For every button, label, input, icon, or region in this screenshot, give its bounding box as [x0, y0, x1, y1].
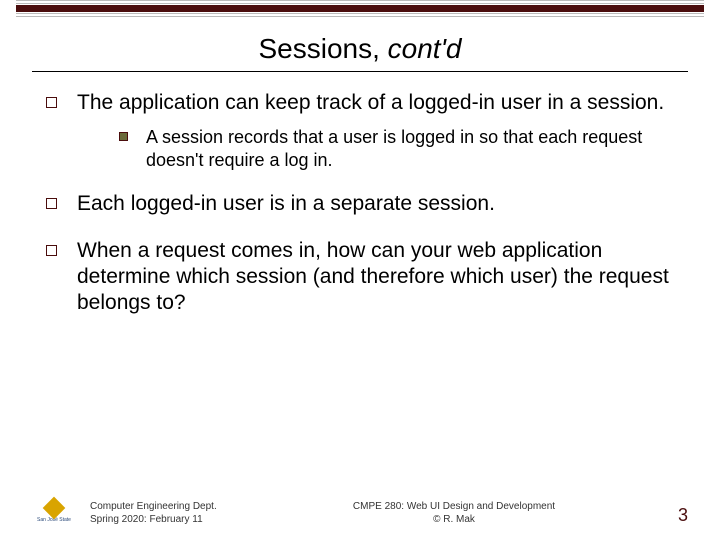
bullet-text: Each logged-in user is in a separate ses… [77, 191, 674, 217]
sub-bullet-item: A session records that a user is logged … [119, 126, 674, 171]
footer-dept: Computer Engineering Dept. [90, 501, 260, 514]
bullet-text: The application can keep track of a logg… [77, 91, 664, 114]
bullet-text: When a request comes in, how can your we… [77, 238, 674, 317]
sub-bullet-text: A session records that a user is logged … [146, 126, 674, 171]
bullet-item: When a request comes in, how can your we… [46, 238, 674, 317]
footer-course: CMPE 280: Web UI Design and Development [260, 501, 648, 514]
filled-square-bullet-icon [119, 132, 128, 141]
slide-title: Sessions, cont'd [0, 33, 720, 65]
square-bullet-icon [46, 245, 57, 256]
square-bullet-icon [46, 198, 57, 209]
square-bullet-icon [46, 97, 57, 108]
bullet-item: Each logged-in user is in a separate ses… [46, 191, 674, 217]
slide-body: The application can keep track of a logg… [0, 72, 720, 540]
bullet-item: The application can keep track of a logg… [46, 90, 674, 171]
footer-left: Computer Engineering Dept. Spring 2020: … [90, 501, 260, 526]
page-number: 3 [648, 505, 688, 526]
title-italic: cont'd [388, 33, 462, 64]
slide-footer: San José State Computer Engineering Dept… [0, 496, 720, 526]
slide: Sessions, cont'd The application can kee… [0, 0, 720, 540]
logo-icon [43, 496, 66, 519]
footer-center: CMPE 280: Web UI Design and Development … [260, 501, 648, 526]
title-rule [16, 0, 704, 17]
university-logo: San José State [32, 496, 76, 526]
title-main: Sessions, [258, 33, 387, 64]
footer-date: Spring 2020: February 11 [90, 514, 260, 527]
footer-author: © R. Mak [260, 514, 648, 527]
